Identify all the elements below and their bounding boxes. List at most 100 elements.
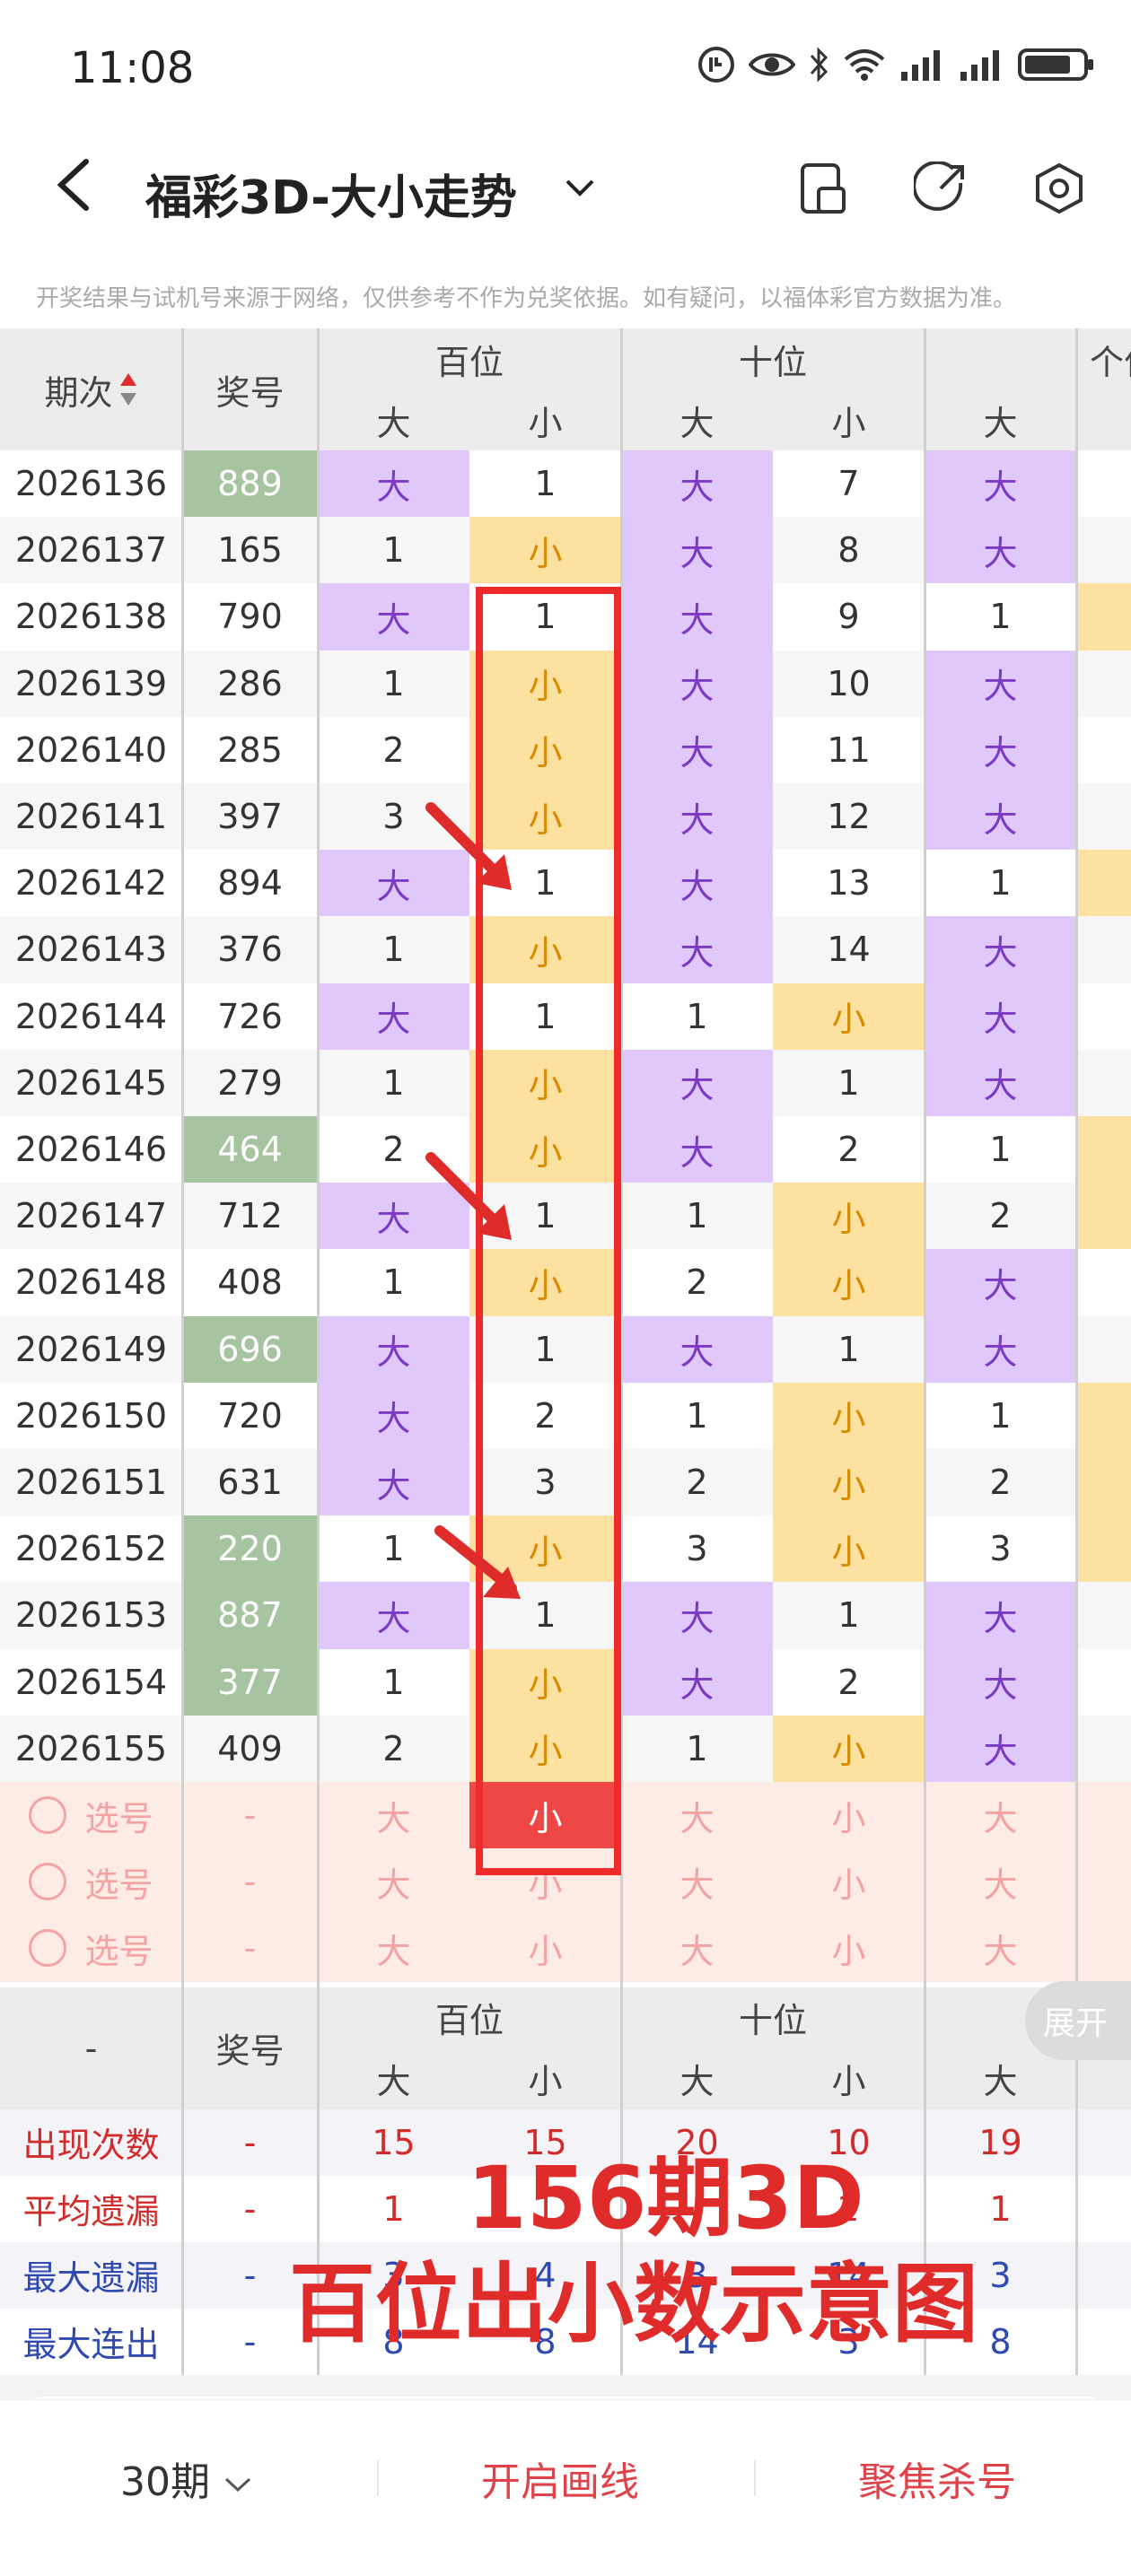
trend-cell: 1 — [318, 1648, 469, 1716]
row-number: 887 — [182, 1582, 318, 1649]
divider — [754, 2460, 756, 2496]
row-number: 790 — [182, 583, 318, 651]
select-option[interactable]: 小 — [773, 1848, 925, 1916]
select-option[interactable]: 大 — [925, 1782, 1076, 1849]
disclaimer-notice: 开奖结果与试机号来源于网络，仅供参考不作为兑奖依据。如有疑问，以福体彩官方数据为… — [36, 285, 1017, 312]
trend-cell: 2 — [925, 1449, 1076, 1516]
row-period: 2026148 — [0, 1249, 182, 1316]
stats-partial — [1076, 2175, 1131, 2242]
select-option[interactable]: 大 — [925, 1848, 1076, 1916]
trend-cell: 大 — [621, 650, 773, 717]
trend-cell: 大 — [621, 583, 773, 651]
select-row[interactable]: 选号 — [0, 1782, 182, 1849]
group-header: 十位 — [621, 328, 925, 389]
row-period: 2026138 — [0, 583, 182, 651]
row-number: 720 — [182, 1382, 318, 1449]
period-column-header[interactable]: 期次 — [0, 328, 182, 450]
trend-cell: 大 — [925, 1315, 1076, 1383]
trend-cell: 1 — [621, 1715, 773, 1782]
trend-cell-partial — [1076, 1116, 1131, 1183]
trend-cell: 10 — [773, 650, 925, 717]
sub-header: 大 — [318, 389, 469, 450]
signal-icon-2 — [960, 50, 999, 81]
stats-value: 15 — [318, 2109, 469, 2176]
row-period: 2026149 — [0, 1315, 182, 1383]
trend-cell: 大 — [318, 450, 469, 518]
trend-cell: 小 — [773, 1183, 925, 1250]
row-period: 2026136 — [0, 450, 182, 518]
trend-cell: 2 — [773, 1648, 925, 1716]
column-divider — [924, 328, 926, 2375]
trend-cell: 小 — [773, 1449, 925, 1516]
trend-cell-partial — [1076, 1183, 1131, 1250]
back-arrow-icon[interactable] — [54, 158, 93, 212]
settings-hex-icon[interactable] — [1032, 162, 1086, 215]
trend-cell: 1 — [469, 450, 621, 518]
trend-cell: 2 — [925, 1183, 1076, 1250]
stats-value: 1 — [925, 2175, 1076, 2242]
share-icon[interactable] — [914, 162, 968, 215]
row-period: 2026139 — [0, 650, 182, 717]
trend-cell: 大 — [318, 982, 469, 1050]
column-divider — [317, 328, 320, 2375]
trend-cell: 小 — [773, 1249, 925, 1316]
trend-cell: 大 — [621, 716, 773, 783]
select-option[interactable]: 大 — [621, 1915, 773, 1982]
row-number: 696 — [182, 1315, 318, 1383]
trend-cell: 小 — [773, 1382, 925, 1449]
sort-icon[interactable] — [118, 371, 138, 407]
trend-cell: 1 — [925, 583, 1076, 651]
select-row[interactable]: 选号 — [0, 1848, 182, 1916]
select-option[interactable]: 小 — [469, 1915, 621, 1982]
row-period: 2026147 — [0, 1183, 182, 1250]
row-period: 2026137 — [0, 517, 182, 584]
radio-icon[interactable] — [29, 1929, 67, 1968]
focus-kill-button[interactable]: 聚焦杀号 — [858, 2449, 1016, 2507]
device-switch-icon[interactable] — [797, 162, 847, 215]
trend-cell: 大 — [621, 1049, 773, 1116]
trend-cell: 大 — [925, 783, 1076, 851]
expand-button[interactable]: 展开 — [1025, 1981, 1131, 2060]
chevron-down-icon — [224, 2477, 251, 2493]
trend-cell: 1 — [318, 1249, 469, 1316]
trend-cell: 大 — [925, 1049, 1076, 1116]
select-option[interactable]: 大 — [318, 1782, 469, 1849]
bluetooth-icon — [810, 47, 829, 83]
trend-cell: 大 — [925, 1715, 1076, 1782]
row-period: 2026143 — [0, 916, 182, 983]
overlay-caption-line2: 百位出小数示意图 — [289, 2254, 978, 2354]
trend-cell: 大 — [925, 716, 1076, 783]
chevron-down-icon[interactable] — [564, 178, 596, 199]
select-option[interactable]: 小 — [773, 1782, 925, 1849]
group-header: 个位 — [925, 328, 1131, 389]
trend-cell: 3 — [925, 1515, 1076, 1583]
select-label: 选号 — [84, 1864, 153, 1905]
row-period: 2026141 — [0, 783, 182, 851]
select-option[interactable]: 大 — [621, 1848, 773, 1916]
alarm-icon — [698, 47, 734, 83]
radio-icon[interactable] — [29, 1796, 67, 1835]
trend-cell: 大 — [925, 982, 1076, 1050]
eye-icon — [749, 53, 795, 76]
trend-cell: 14 — [773, 916, 925, 983]
trend-cell: 1 — [621, 982, 773, 1050]
select-option[interactable]: 大 — [925, 1915, 1076, 1982]
select-option[interactable]: 小 — [773, 1915, 925, 1982]
row-number: 464 — [182, 1116, 318, 1183]
trend-cell: 8 — [773, 517, 925, 584]
stats-value: 1 — [318, 2175, 469, 2242]
select-row[interactable]: 选号 — [0, 1915, 182, 1982]
trend-cell: 1 — [621, 1183, 773, 1250]
period-selector[interactable]: 30期 — [120, 2449, 253, 2507]
select-option[interactable]: 大 — [621, 1782, 773, 1849]
select-option[interactable]: 大 — [318, 1848, 469, 1916]
trend-cell: 大 — [925, 916, 1076, 983]
draw-lines-button[interactable]: 开启画线 — [481, 2449, 639, 2507]
battery-icon — [1018, 48, 1093, 81]
trend-cell: 3 — [621, 1515, 773, 1583]
page-title[interactable]: 福彩3D-大小走势 — [145, 160, 517, 227]
select-option[interactable]: 大 — [318, 1915, 469, 1982]
trend-cell: 11 — [773, 716, 925, 783]
radio-icon[interactable] — [29, 1863, 67, 1901]
row-number: 889 — [182, 450, 318, 518]
